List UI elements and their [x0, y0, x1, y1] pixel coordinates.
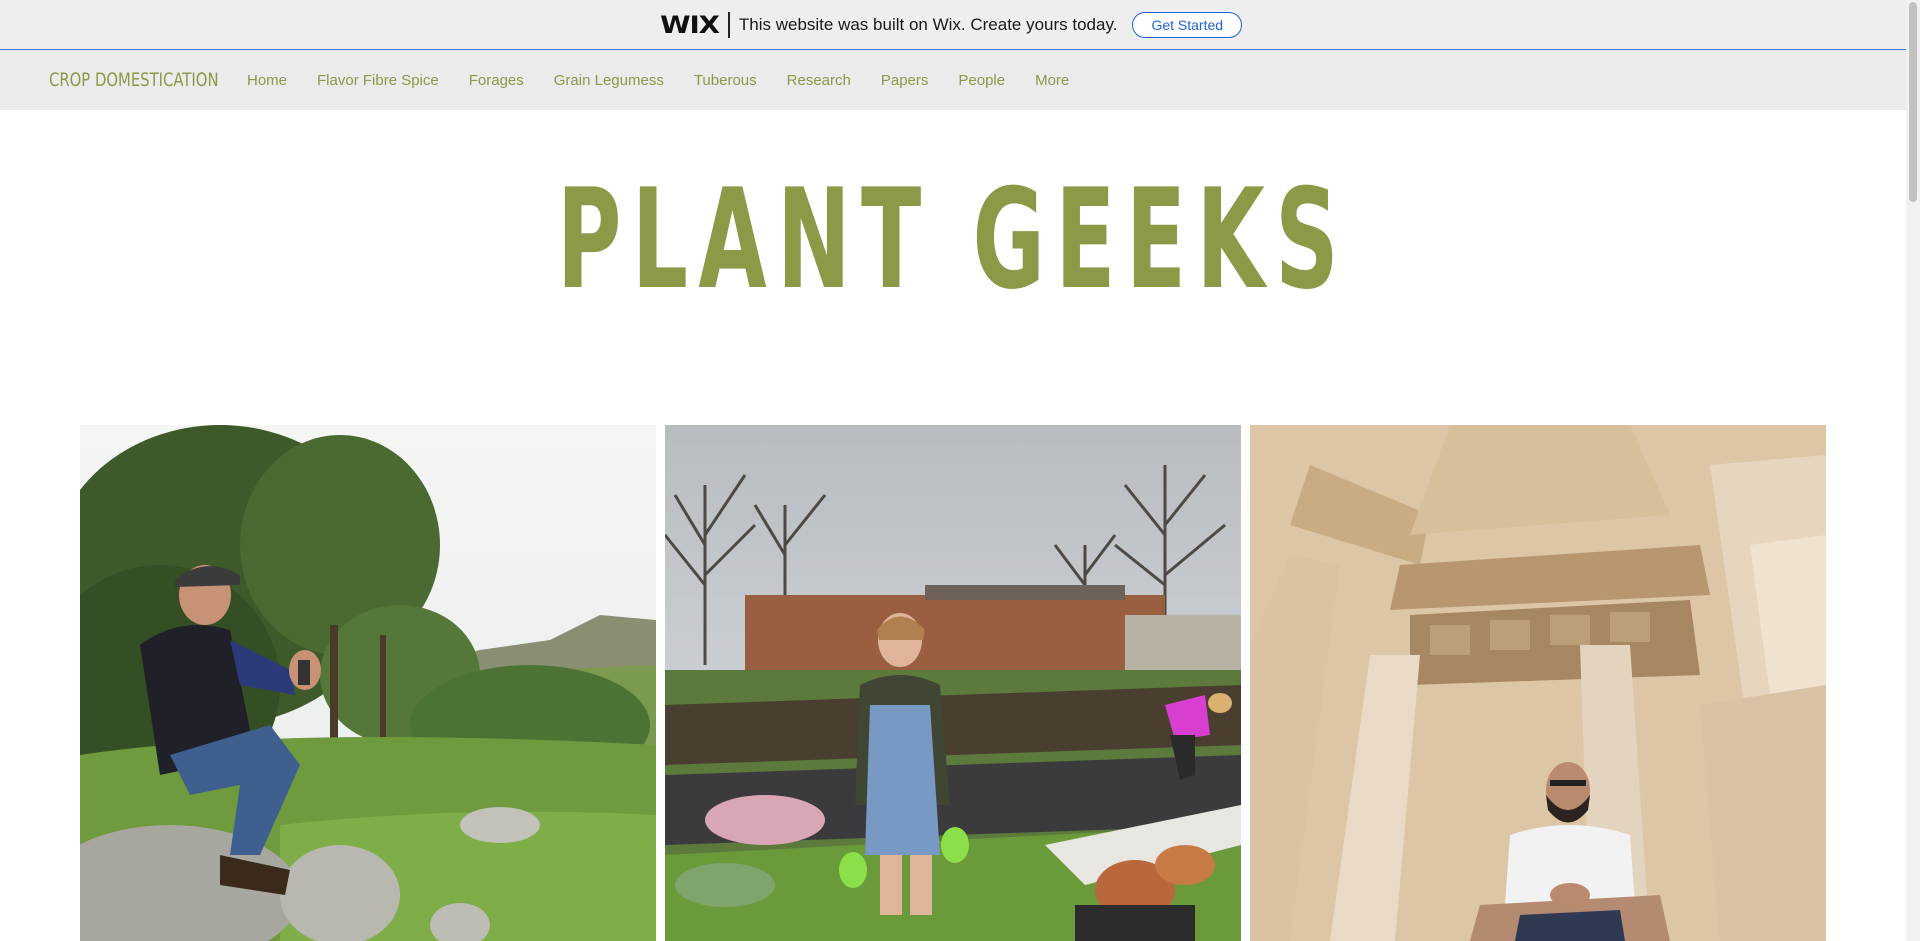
scrollbar-thumb[interactable]	[1909, 2, 1917, 202]
nav-item-flavor-fibre-spice[interactable]: Flavor Fibre Spice	[317, 72, 439, 89]
page-title: PLANT GEEKS	[0, 170, 1906, 310]
wix-logo[interactable]: WIX	[660, 11, 720, 39]
nav-item-home[interactable]: Home	[247, 72, 287, 89]
nav-item-papers[interactable]: Papers	[881, 72, 929, 89]
photo-man-at-ruins[interactable]	[1250, 425, 1826, 941]
get-started-button[interactable]: Get Started	[1132, 11, 1243, 38]
banner-divider	[727, 11, 730, 38]
photo-woman-in-garden[interactable]	[665, 425, 1241, 941]
site-brand[interactable]: CROP DOMESTICATION	[49, 69, 219, 91]
banner-message: This website was built on Wix. Create yo…	[738, 14, 1118, 34]
page-scrollbar[interactable]	[1906, 0, 1920, 941]
nav-item-research[interactable]: Research	[787, 72, 851, 89]
wix-banner: WIX This website was built on Wix. Creat…	[0, 0, 1906, 50]
nav-item-people[interactable]: People	[958, 72, 1005, 89]
nav-item-forages[interactable]: Forages	[469, 72, 524, 89]
photo-gallery	[80, 425, 1826, 941]
page-title-text: PLANT GEEKS	[556, 159, 1350, 320]
site-navigation: CROP DOMESTICATION Home Flavor Fibre Spi…	[0, 50, 1906, 110]
photo-man-on-rocks[interactable]	[80, 425, 656, 941]
nav-item-grain-legumess[interactable]: Grain Legumess	[554, 72, 664, 89]
nav-item-tuberous[interactable]: Tuberous	[694, 72, 757, 89]
nav-item-more[interactable]: More	[1035, 72, 1069, 89]
